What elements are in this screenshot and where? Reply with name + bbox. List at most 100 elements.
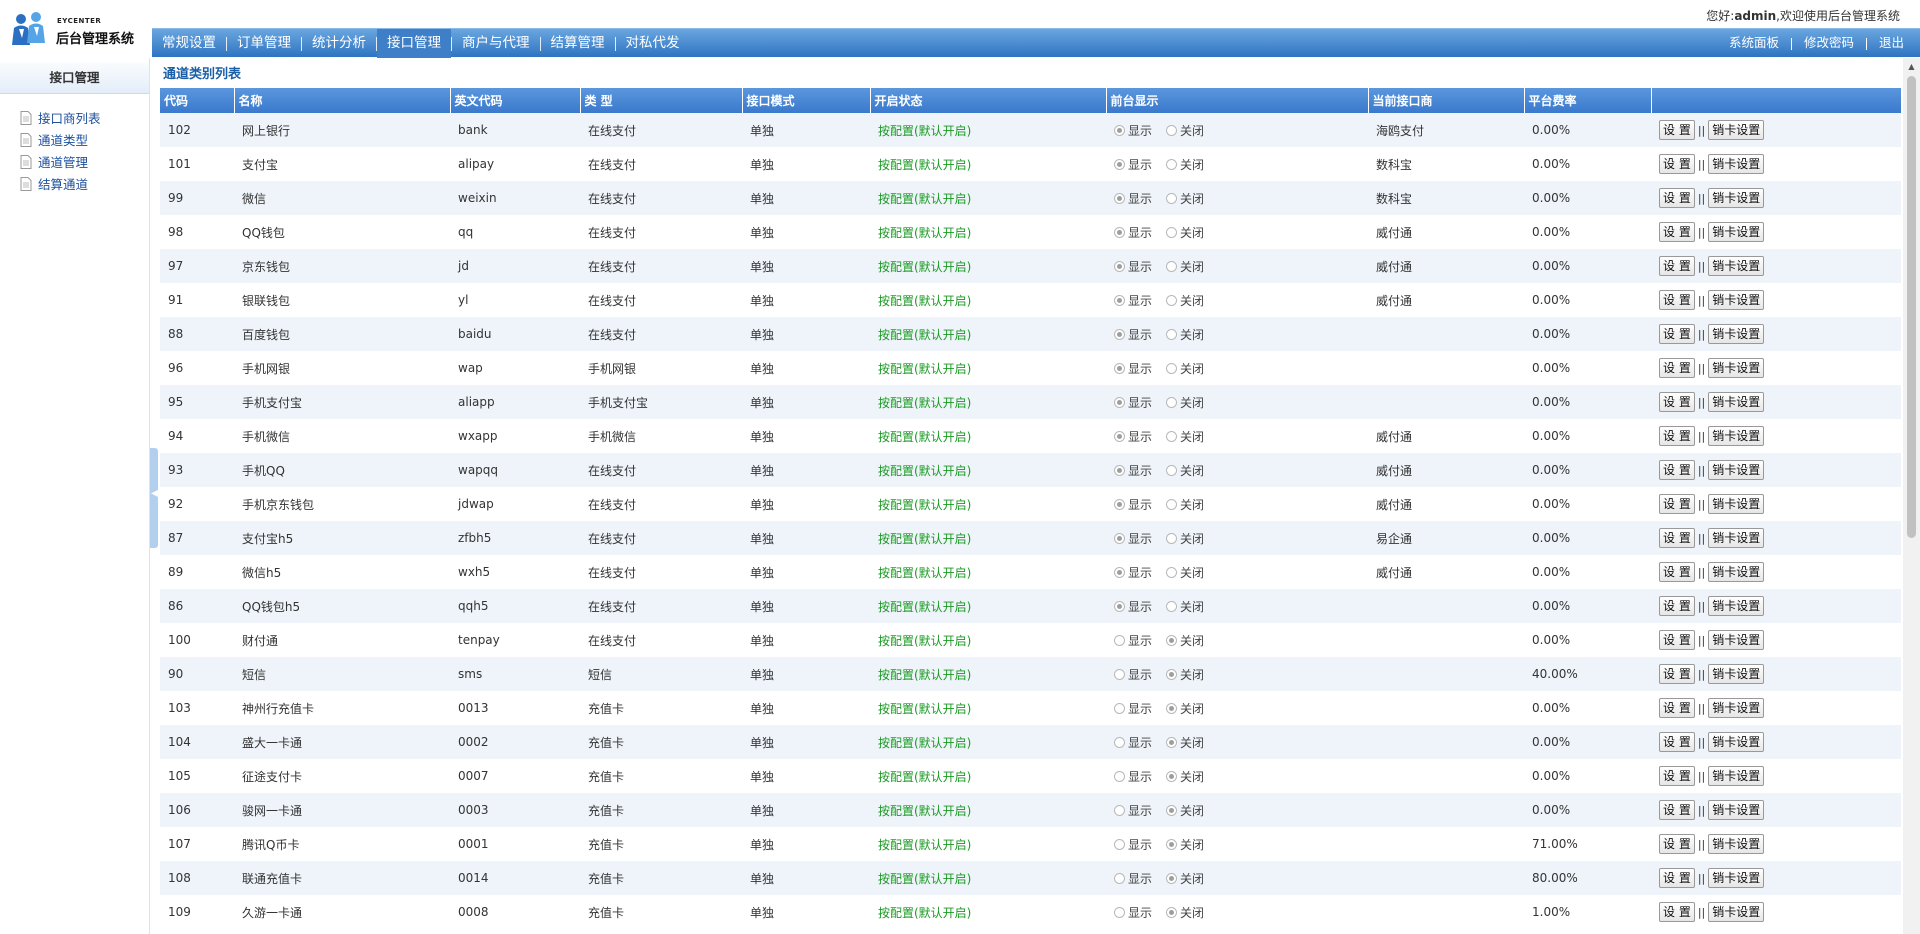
set-button[interactable]: 设 置 bbox=[1659, 290, 1695, 310]
hide-option[interactable]: 关闭 bbox=[1166, 156, 1204, 173]
hide-option[interactable]: 关闭 bbox=[1166, 734, 1204, 751]
set-button[interactable]: 设 置 bbox=[1659, 154, 1695, 174]
hide-option[interactable]: 关闭 bbox=[1166, 904, 1204, 921]
set-button[interactable]: 设 置 bbox=[1659, 222, 1695, 242]
sidebar-item-channel-types[interactable]: 通道类型 bbox=[0, 130, 149, 152]
show-option[interactable]: 显示 bbox=[1114, 462, 1152, 479]
show-option[interactable]: 显示 bbox=[1114, 564, 1152, 581]
show-option[interactable]: 显示 bbox=[1114, 122, 1152, 139]
show-option[interactable]: 显示 bbox=[1114, 496, 1152, 513]
show-radio[interactable] bbox=[1114, 430, 1125, 442]
show-option[interactable]: 显示 bbox=[1114, 666, 1152, 683]
show-option[interactable]: 显示 bbox=[1114, 394, 1152, 411]
set-button[interactable]: 设 置 bbox=[1659, 902, 1695, 922]
set-button[interactable]: 设 置 bbox=[1659, 868, 1695, 888]
show-radio[interactable] bbox=[1114, 260, 1125, 272]
hide-radio[interactable] bbox=[1166, 362, 1178, 374]
hide-option[interactable]: 关闭 bbox=[1166, 394, 1204, 411]
show-option[interactable]: 显示 bbox=[1114, 224, 1152, 241]
system-panel-link[interactable]: 系统面板 bbox=[1717, 29, 1791, 57]
hide-option[interactable]: 关闭 bbox=[1166, 530, 1204, 547]
sidebar-collapse-handle[interactable]: ◀ bbox=[150, 448, 159, 548]
card-set-button[interactable]: 销卡设置 bbox=[1708, 392, 1765, 412]
set-button[interactable]: 设 置 bbox=[1659, 358, 1695, 378]
show-radio[interactable] bbox=[1114, 226, 1125, 238]
show-option[interactable]: 显示 bbox=[1114, 802, 1152, 819]
set-button[interactable]: 设 置 bbox=[1659, 324, 1695, 344]
hide-radio[interactable] bbox=[1166, 464, 1178, 476]
card-set-button[interactable]: 销卡设置 bbox=[1708, 426, 1765, 446]
hide-radio[interactable] bbox=[1166, 804, 1178, 816]
show-option[interactable]: 显示 bbox=[1114, 700, 1152, 717]
hide-option[interactable]: 关闭 bbox=[1166, 258, 1204, 275]
hide-radio[interactable] bbox=[1166, 328, 1178, 340]
hide-radio[interactable] bbox=[1166, 906, 1178, 918]
card-set-button[interactable]: 销卡设置 bbox=[1708, 698, 1765, 718]
show-radio[interactable] bbox=[1114, 600, 1125, 612]
hide-option[interactable]: 关闭 bbox=[1166, 598, 1204, 615]
card-set-button[interactable]: 销卡设置 bbox=[1708, 732, 1765, 752]
set-button[interactable]: 设 置 bbox=[1659, 766, 1695, 786]
show-option[interactable]: 显示 bbox=[1114, 258, 1152, 275]
hide-radio[interactable] bbox=[1166, 294, 1178, 306]
sidebar-item-channel-manage[interactable]: 通道管理 bbox=[0, 152, 149, 174]
show-option[interactable]: 显示 bbox=[1114, 530, 1152, 547]
set-button[interactable]: 设 置 bbox=[1659, 800, 1695, 820]
hide-radio[interactable] bbox=[1166, 668, 1178, 680]
vertical-scrollbar[interactable]: ▲ bbox=[1903, 58, 1920, 934]
card-set-button[interactable]: 销卡设置 bbox=[1708, 324, 1765, 344]
nav-item-settlement[interactable]: 结算管理 bbox=[541, 29, 615, 58]
card-set-button[interactable]: 销卡设置 bbox=[1708, 460, 1765, 480]
hide-radio[interactable] bbox=[1166, 770, 1178, 782]
card-set-button[interactable]: 销卡设置 bbox=[1708, 154, 1765, 174]
hide-option[interactable]: 关闭 bbox=[1166, 836, 1204, 853]
hide-option[interactable]: 关闭 bbox=[1166, 802, 1204, 819]
show-radio[interactable] bbox=[1114, 872, 1125, 884]
card-set-button[interactable]: 销卡设置 bbox=[1708, 188, 1765, 208]
set-button[interactable]: 设 置 bbox=[1659, 596, 1695, 616]
show-option[interactable]: 显示 bbox=[1114, 870, 1152, 887]
show-radio[interactable] bbox=[1114, 668, 1125, 680]
hide-option[interactable]: 关闭 bbox=[1166, 224, 1204, 241]
show-radio[interactable] bbox=[1114, 838, 1125, 850]
show-option[interactable]: 显示 bbox=[1114, 734, 1152, 751]
set-button[interactable]: 设 置 bbox=[1659, 494, 1695, 514]
hide-radio[interactable] bbox=[1166, 396, 1178, 408]
set-button[interactable]: 设 置 bbox=[1659, 256, 1695, 276]
card-set-button[interactable]: 销卡设置 bbox=[1708, 120, 1765, 140]
hide-radio[interactable] bbox=[1166, 158, 1178, 170]
hide-radio[interactable] bbox=[1166, 600, 1178, 612]
show-option[interactable]: 显示 bbox=[1114, 292, 1152, 309]
set-button[interactable]: 设 置 bbox=[1659, 630, 1695, 650]
logout-link[interactable]: 退出 bbox=[1867, 29, 1920, 57]
card-set-button[interactable]: 销卡设置 bbox=[1708, 290, 1765, 310]
hide-option[interactable]: 关闭 bbox=[1166, 632, 1204, 649]
card-set-button[interactable]: 销卡设置 bbox=[1708, 868, 1765, 888]
show-option[interactable]: 显示 bbox=[1114, 326, 1152, 343]
hide-option[interactable]: 关闭 bbox=[1166, 700, 1204, 717]
hide-radio[interactable] bbox=[1166, 532, 1178, 544]
hide-option[interactable]: 关闭 bbox=[1166, 666, 1204, 683]
set-button[interactable]: 设 置 bbox=[1659, 562, 1695, 582]
show-option[interactable]: 显示 bbox=[1114, 598, 1152, 615]
change-password-link[interactable]: 修改密码 bbox=[1792, 29, 1866, 57]
set-button[interactable]: 设 置 bbox=[1659, 426, 1695, 446]
hide-radio[interactable] bbox=[1166, 872, 1178, 884]
nav-item-general[interactable]: 常规设置 bbox=[152, 29, 226, 58]
scrollbar-thumb[interactable] bbox=[1907, 76, 1916, 538]
hide-option[interactable]: 关闭 bbox=[1166, 768, 1204, 785]
show-option[interactable]: 显示 bbox=[1114, 428, 1152, 445]
hide-radio[interactable] bbox=[1166, 124, 1178, 136]
set-button[interactable]: 设 置 bbox=[1659, 188, 1695, 208]
show-option[interactable]: 显示 bbox=[1114, 632, 1152, 649]
set-button[interactable]: 设 置 bbox=[1659, 698, 1695, 718]
set-button[interactable]: 设 置 bbox=[1659, 120, 1695, 140]
show-radio[interactable] bbox=[1114, 396, 1125, 408]
set-button[interactable]: 设 置 bbox=[1659, 664, 1695, 684]
hide-option[interactable]: 关闭 bbox=[1166, 190, 1204, 207]
sidebar-item-providers[interactable]: 接口商列表 bbox=[0, 108, 149, 130]
nav-item-orders[interactable]: 订单管理 bbox=[227, 29, 301, 58]
hide-radio[interactable] bbox=[1166, 430, 1178, 442]
card-set-button[interactable]: 销卡设置 bbox=[1708, 800, 1765, 820]
show-option[interactable]: 显示 bbox=[1114, 190, 1152, 207]
